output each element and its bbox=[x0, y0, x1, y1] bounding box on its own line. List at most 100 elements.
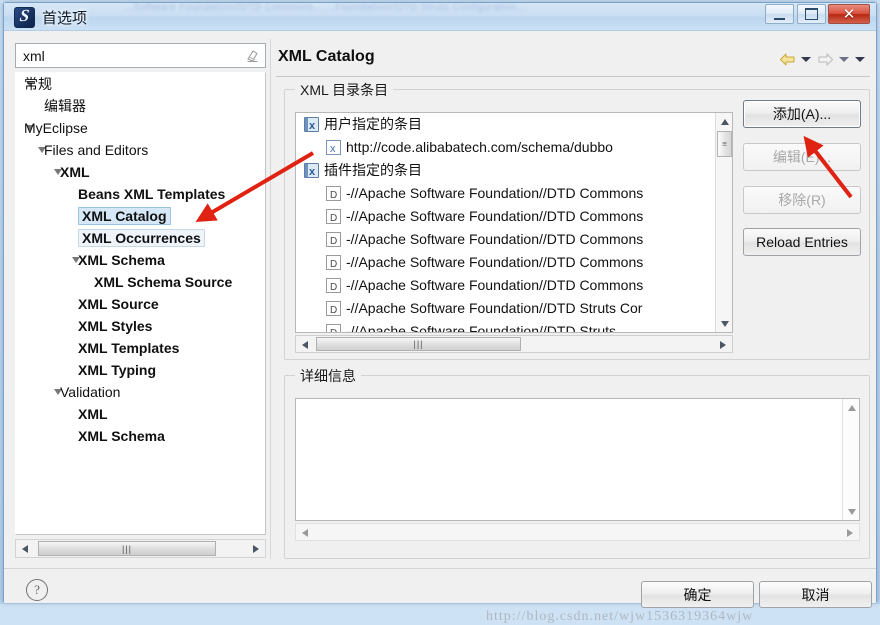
window-title: 首选项 bbox=[42, 10, 88, 27]
footer-divider bbox=[4, 568, 876, 569]
scrollbar-grip: ||| bbox=[121, 543, 133, 554]
sidebar-item-xml-styles[interactable]: XML Styles bbox=[16, 315, 265, 337]
sidebar-item-beans-xml-templates[interactable]: Beans XML Templates bbox=[16, 183, 265, 205]
forward-arrow-icon[interactable] bbox=[814, 49, 836, 69]
back-arrow-icon[interactable] bbox=[776, 49, 798, 69]
window-title-bar[interactable]: ...Software Foundation//DTD Commons... .… bbox=[4, 3, 876, 31]
catalog-entry-row[interactable]: -//Apache Software Foundation//DTD Commo… bbox=[296, 274, 732, 299]
preferences-sidebar: 常规编辑器 MyEclipse Files and Editors XML Beans … bbox=[15, 43, 266, 535]
sidebar-item-label: 常规 bbox=[24, 76, 52, 92]
sidebar-item-xml-catalog[interactable]: XML Catalog bbox=[16, 205, 265, 227]
details-text-area[interactable] bbox=[295, 398, 860, 521]
catalog-entry-label: -//Apache Software Foundation//DTD Commo… bbox=[346, 185, 644, 201]
header-divider bbox=[276, 76, 870, 77]
sidebar-item-xml-templates[interactable]: XML Templates bbox=[16, 337, 265, 359]
add-button[interactable]: 添加(A)... bbox=[743, 100, 861, 128]
catalog-entry-row[interactable]: 插件指定的条目 bbox=[296, 159, 732, 184]
scroll-up-button[interactable] bbox=[843, 399, 860, 416]
remove-button: 移除(R) bbox=[743, 186, 861, 214]
watermark-text: http://blog.csdn.net/wjw1536319364wjw bbox=[486, 609, 754, 624]
scrollbar-thumb[interactable]: ||| bbox=[316, 337, 521, 351]
reload-entries-button[interactable]: Reload Entries bbox=[743, 228, 861, 256]
details-horizontal-scrollbar[interactable] bbox=[295, 523, 860, 541]
sidebar-item-xml-schema[interactable]: XML Schema bbox=[16, 249, 265, 271]
dtd-icon bbox=[326, 322, 341, 332]
clear-eraser-icon[interactable] bbox=[244, 48, 260, 64]
scrollbar-thumb[interactable]: ≡ bbox=[717, 131, 732, 157]
scroll-left-button[interactable] bbox=[296, 524, 314, 541]
preferences-dialog: ...Software Foundation//DTD Commons... .… bbox=[3, 2, 877, 624]
sidebar-item-label: Files and Editors bbox=[44, 142, 149, 158]
preferences-tree[interactable]: 常规 编辑器 MyEclipse Files and Editors XML Beans … bbox=[15, 72, 266, 535]
sidebar-item-xml-typing[interactable]: XML Typing bbox=[16, 359, 265, 381]
catalog-entry-row[interactable]: -//Apache Software Foundation//DTD Commo… bbox=[296, 251, 732, 276]
sidebar-item-label: XML Styles bbox=[78, 318, 153, 334]
catalog-entry-row[interactable]: -//Apache Software Foundation//DTD Strut… bbox=[296, 297, 732, 322]
back-history-chevron-down-icon[interactable] bbox=[798, 49, 814, 69]
search-input[interactable] bbox=[21, 47, 236, 65]
sidebar-horizontal-scrollbar[interactable]: ||| bbox=[15, 539, 266, 558]
dtd-icon bbox=[326, 253, 341, 276]
catalog-entry-row[interactable]: -//Apache Software Foundation//DTD Commo… bbox=[296, 182, 732, 207]
catalog-entry-row[interactable]: -//Apache Software Foundation//DTD Strut… bbox=[296, 320, 732, 333]
sidebar-item-xml-source[interactable]: XML Source bbox=[16, 293, 265, 315]
sidebar-item-label: XML Templates bbox=[78, 340, 180, 356]
catalog-list-vertical-scrollbar[interactable]: ≡ bbox=[715, 113, 732, 332]
dtd-icon bbox=[326, 230, 341, 253]
sidebar-item-xml-occurrences[interactable]: XML Occurrences bbox=[16, 227, 265, 249]
catalog-entries-list[interactable]: 用户指定的条目 http://code.alibabatech.com/schem… bbox=[295, 112, 733, 333]
catalog-entry-label: 插件指定的条目 bbox=[324, 162, 422, 178]
sidebar-item-validation[interactable]: Validation bbox=[16, 381, 265, 403]
scroll-right-button[interactable] bbox=[841, 524, 859, 541]
catalog-entry-label: -//Apache Software Foundation//DTD Strut… bbox=[346, 323, 617, 333]
page-title: XML Catalog bbox=[278, 48, 375, 65]
catalog-list-horizontal-scrollbar[interactable]: ||| bbox=[295, 335, 733, 353]
sidebar-item-label: XML Occurrences bbox=[78, 229, 205, 247]
scroll-left-button[interactable] bbox=[296, 336, 314, 353]
catalog-entry-label: -//Apache Software Foundation//DTD Commo… bbox=[346, 208, 644, 224]
catalog-entry-label: -//Apache Software Foundation//DTD Commo… bbox=[346, 254, 644, 270]
dtd-icon bbox=[326, 207, 341, 230]
scroll-down-button[interactable] bbox=[843, 503, 860, 520]
edit-button: 编辑(E)... bbox=[743, 143, 861, 171]
sidebar-item-label: 编辑器 bbox=[44, 98, 86, 114]
sidebar-item-label: XML Typing bbox=[78, 362, 157, 378]
scrollbar-thumb[interactable]: ||| bbox=[38, 541, 216, 556]
myeclipse-icon bbox=[14, 7, 35, 28]
filter-box[interactable] bbox=[15, 43, 266, 68]
scroll-left-button[interactable] bbox=[16, 540, 34, 557]
page-navigation-toolbar bbox=[776, 49, 868, 69]
sidebar-item-label: XML Schema bbox=[78, 428, 165, 444]
scroll-right-button[interactable] bbox=[247, 540, 265, 557]
sidebar-item-label: XML Catalog bbox=[78, 207, 171, 225]
xml-icon bbox=[326, 138, 341, 161]
catalog-entry-row[interactable]: 用户指定的条目 bbox=[296, 113, 732, 138]
sidebar-item-xml[interactable]: XML bbox=[16, 403, 265, 425]
sidebar-item-xml-schema[interactable]: XML Schema bbox=[16, 425, 265, 447]
help-icon[interactable]: ? bbox=[26, 579, 48, 601]
close-button[interactable]: ✕ bbox=[828, 4, 870, 24]
scroll-down-button[interactable] bbox=[716, 315, 732, 332]
maximize-button[interactable] bbox=[797, 4, 826, 24]
catalog-entry-row[interactable]: http://code.alibabatech.com/schema/dubbo bbox=[296, 136, 732, 161]
close-icon: ✕ bbox=[842, 6, 856, 23]
sidebar-item-myeclipse[interactable]: MyEclipse bbox=[16, 117, 265, 139]
minimize-button[interactable] bbox=[765, 4, 794, 24]
sidebar-item-xml-schema-source[interactable]: XML Schema Source bbox=[16, 271, 265, 293]
view-menu-chevron-down-icon[interactable] bbox=[852, 49, 868, 69]
sidebar-item-xml[interactable]: XML bbox=[16, 161, 265, 183]
sidebar-item-label: XML Schema Source bbox=[94, 274, 233, 290]
catalog-entry-row[interactable]: -//Apache Software Foundation//DTD Commo… bbox=[296, 228, 732, 253]
sidebar-item-[interactable]: 常规 bbox=[16, 73, 265, 95]
catalog-icon bbox=[304, 161, 319, 184]
sidebar-item-[interactable]: 编辑器 bbox=[16, 95, 265, 117]
sidebar-item-label: Validation bbox=[60, 384, 121, 400]
sidebar-item-files-and-editors[interactable]: Files and Editors bbox=[16, 139, 265, 161]
catalog-entry-row[interactable]: -//Apache Software Foundation//DTD Commo… bbox=[296, 205, 732, 230]
scroll-up-button[interactable] bbox=[716, 113, 732, 130]
maximize-icon bbox=[798, 5, 825, 23]
catalog-entries-group-title: XML 目录条目 bbox=[295, 80, 394, 100]
forward-history-chevron-down-icon[interactable] bbox=[836, 49, 852, 69]
scroll-right-button[interactable] bbox=[714, 336, 732, 353]
details-vertical-scrollbar[interactable] bbox=[842, 399, 859, 520]
